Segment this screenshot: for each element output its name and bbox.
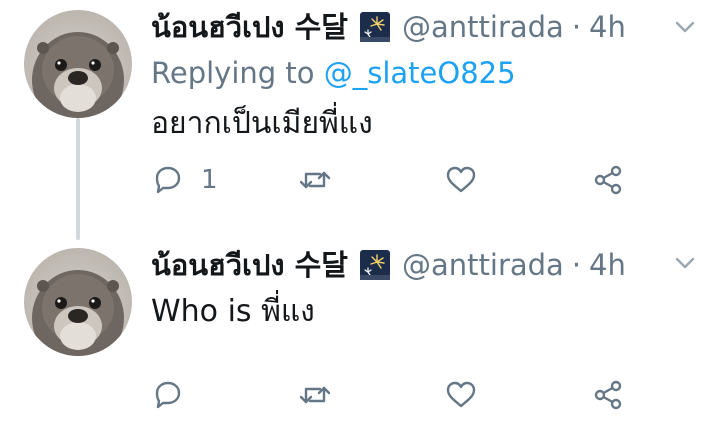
share-button[interactable]	[591, 375, 625, 415]
replying-to-prefix: Replying to	[151, 56, 324, 90]
retweet-icon	[299, 171, 331, 189]
timestamp[interactable]: 4h	[589, 248, 626, 282]
user-handle[interactable]: @anttirada	[402, 248, 564, 282]
mention-link[interactable]: @_slateO825	[324, 56, 516, 90]
tweet-header: น้อนฮวีเปง 수달 @anttirada · 4h	[151, 245, 691, 285]
avatar[interactable]	[24, 248, 132, 356]
display-name[interactable]: น้อนฮวีเปง 수달	[151, 242, 348, 288]
user-handle[interactable]: @anttirada	[402, 10, 564, 44]
heart-icon	[446, 381, 476, 408]
like-button[interactable]	[444, 375, 494, 415]
reply-count: 1	[201, 165, 218, 195]
chevron-down-icon[interactable]	[672, 14, 698, 40]
chevron-down-icon[interactable]	[672, 250, 698, 276]
separator-dot: ·	[571, 248, 582, 282]
share-icon	[594, 165, 622, 195]
tweet[interactable]: น้อนฮวีเปง 수달 @anttirada · 4h	[0, 0, 718, 240]
otter-avatar-image	[24, 248, 132, 356]
fireworks-emoji-icon	[360, 250, 390, 280]
tweet-text: Who is พี่แง	[151, 294, 315, 329]
tweet-header: น้อนฮวีเปง 수달 @anttirada · 4h	[151, 7, 691, 47]
tweet-text: อยากเป็นเมียพี่แง	[151, 106, 373, 141]
heart-icon	[446, 166, 476, 193]
timestamp[interactable]: 4h	[589, 10, 626, 44]
reply-button[interactable]	[151, 375, 201, 415]
display-name[interactable]: น้อนฮวีเปง 수달	[151, 4, 348, 50]
share-button[interactable]	[591, 160, 625, 200]
fireworks-emoji-icon	[360, 12, 390, 42]
replying-to: Replying to @_slateO825	[151, 56, 516, 90]
reply-button[interactable]: 1	[151, 160, 218, 200]
thread-line	[76, 118, 80, 240]
retweet-button[interactable]	[298, 160, 348, 200]
like-button[interactable]	[444, 160, 494, 200]
share-icon	[594, 380, 622, 410]
reply-icon	[155, 381, 181, 409]
separator-dot: ·	[571, 10, 582, 44]
tweet-actions	[151, 375, 651, 415]
otter-avatar-image	[24, 10, 132, 118]
retweet-icon	[299, 386, 331, 404]
avatar[interactable]	[24, 10, 132, 118]
tweet[interactable]: น้อนฮวีเปง 수달 @anttirada · 4h	[0, 230, 718, 433]
tweet-actions: 1	[151, 160, 651, 200]
retweet-button[interactable]	[298, 375, 348, 415]
reply-icon	[155, 166, 181, 194]
